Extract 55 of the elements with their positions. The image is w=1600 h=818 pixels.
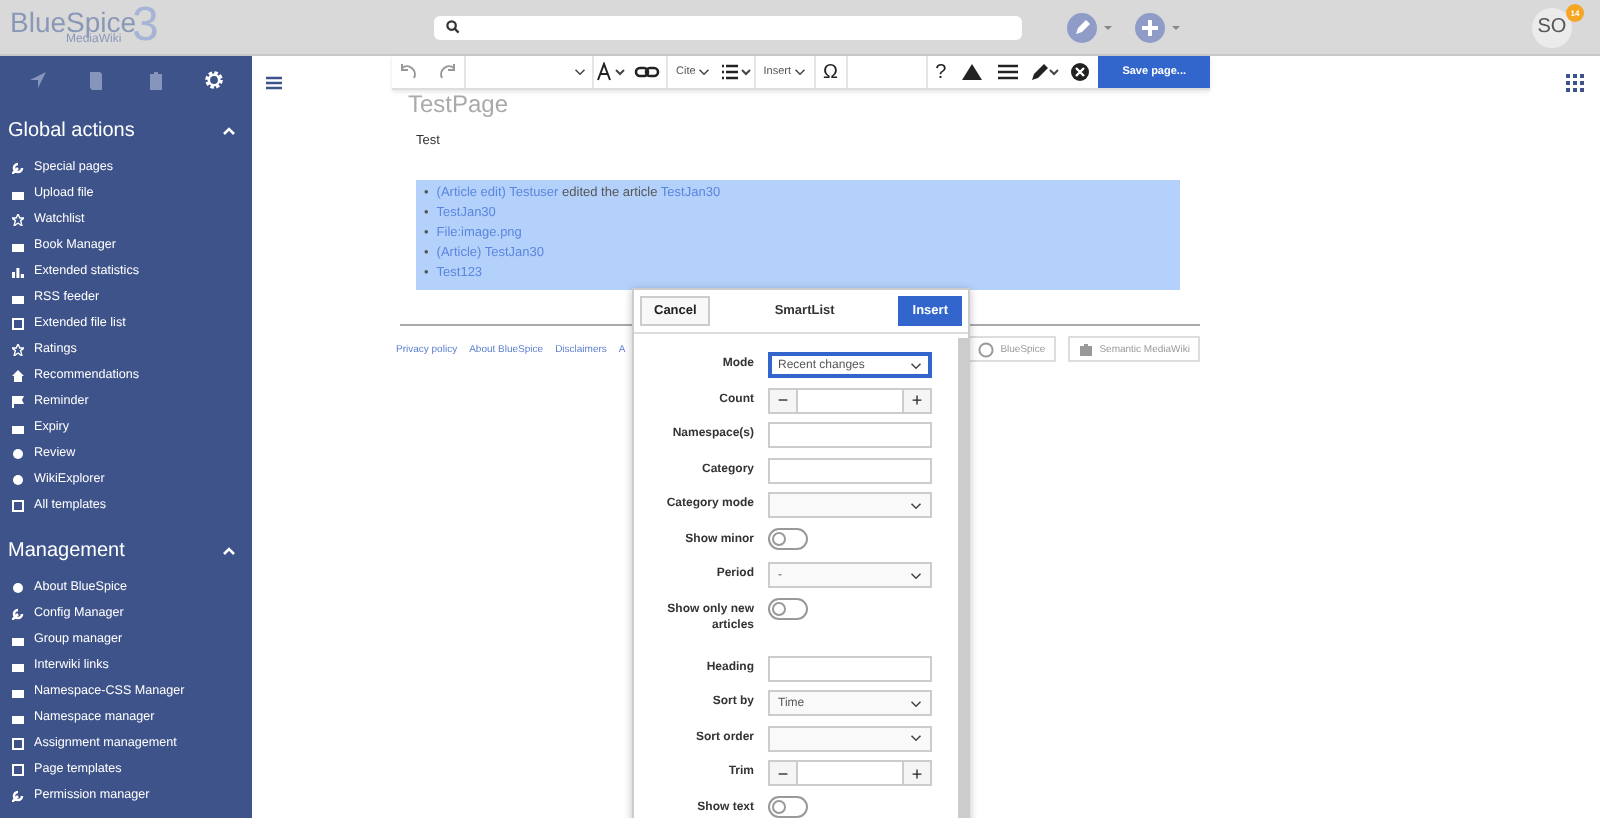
- input-field[interactable]: [768, 422, 932, 448]
- edit-button[interactable]: [1066, 11, 1118, 43]
- nav-tab[interactable]: [27, 70, 48, 90]
- select-field[interactable]: [768, 725, 932, 751]
- add-button[interactable]: [1134, 11, 1186, 43]
- caret-icon: [574, 68, 586, 76]
- number-field[interactable]: [798, 760, 902, 786]
- section-heading: Global actions: [8, 120, 135, 142]
- caret-icon: [793, 68, 806, 76]
- chart-icon: [12, 265, 24, 277]
- caret-icon: [910, 734, 922, 742]
- flag-icon: [12, 395, 24, 407]
- select-field[interactable]: [768, 492, 932, 518]
- gear-tab[interactable]: [204, 70, 225, 90]
- toggle-switch[interactable]: [768, 597, 808, 619]
- apps-grid-icon[interactable]: [1566, 74, 1584, 92]
- book-tab[interactable]: [86, 70, 107, 90]
- toolbar-button[interactable]: ?: [925, 56, 955, 88]
- doc-icon: [12, 763, 24, 775]
- page-title: TestPage: [408, 92, 511, 118]
- menu-icon[interactable]: [266, 76, 282, 90]
- increment-button[interactable]: +: [902, 760, 932, 786]
- pencil-icon[interactable]: [1028, 62, 1061, 82]
- decrement-button[interactable]: −: [768, 760, 798, 786]
- section-heading: Management: [8, 540, 125, 562]
- chevron-icon[interactable]: [222, 126, 236, 136]
- home-icon: [12, 369, 24, 381]
- search-icon: [446, 20, 460, 34]
- number-field[interactable]: [798, 387, 902, 413]
- logo-numeral: 3: [132, 0, 159, 53]
- text-style-icon[interactable]: [596, 62, 628, 82]
- toolbar-button[interactable]: Ω: [813, 56, 847, 88]
- decrement-button[interactable]: −: [768, 387, 798, 413]
- caret-icon: [697, 68, 710, 76]
- puzzle-icon: [1077, 341, 1094, 357]
- toggle-switch[interactable]: [768, 527, 808, 549]
- increment-button[interactable]: +: [902, 387, 932, 413]
- star-icon: [12, 343, 24, 355]
- caret-icon: [910, 361, 922, 369]
- input-field[interactable]: [768, 457, 932, 483]
- search-field[interactable]: [434, 15, 1022, 39]
- doc-icon: [12, 499, 24, 511]
- doc-icon: [12, 317, 24, 329]
- user-avatar[interactable]: SO: [1532, 7, 1572, 47]
- list-icon[interactable]: [719, 62, 752, 82]
- scrollbar[interactable]: [958, 338, 968, 818]
- doc-icon: [12, 737, 24, 749]
- toggle-switch[interactable]: [768, 795, 808, 817]
- caret-icon: [910, 501, 922, 509]
- clipboard-tab[interactable]: [145, 70, 166, 90]
- chevron-icon[interactable]: [222, 546, 236, 556]
- star-icon: [12, 213, 24, 225]
- caret-icon: [910, 571, 922, 579]
- input-field[interactable]: [768, 655, 932, 681]
- caret-icon: [910, 699, 922, 707]
